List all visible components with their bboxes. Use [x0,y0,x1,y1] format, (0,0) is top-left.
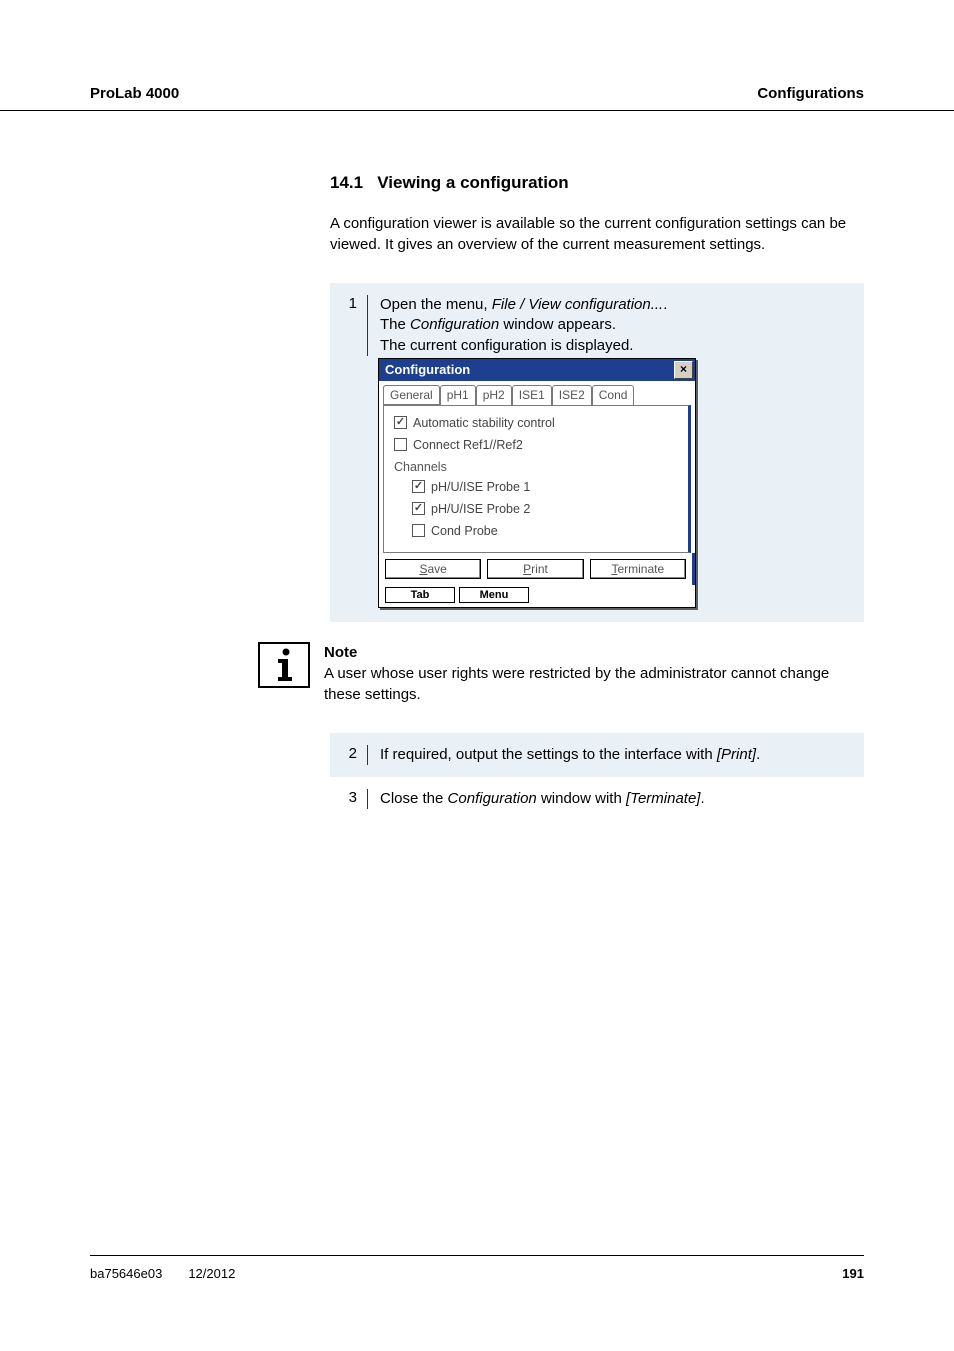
step-2-post: . [756,746,760,763]
configuration-window: Configuration × General pH1 pH2 ISE1 ISE… [378,358,696,608]
page-footer: ba75646e03 12/2012 191 [90,1255,864,1281]
checkbox-icon [412,480,425,493]
save-rest: ave [427,562,446,576]
section-number: 14.1 [330,173,363,192]
bottom-button-row: Tab Menu [379,585,695,607]
step-1-line2-italic: Configuration [410,316,499,333]
intro-paragraph: A configuration viewer is available so t… [330,213,864,255]
step-3-italic2: [Terminate] [626,790,700,807]
step-2: 2 If required, output the settings to th… [330,733,864,777]
checkbox-icon [394,438,407,451]
checkbox-cond-probe[interactable]: Cond Probe [412,524,678,538]
footer-doc-id: ba75646e03 [90,1266,162,1281]
print-button[interactable]: Print [487,559,583,579]
step-3-mid: window with [537,790,626,807]
window-button-row: Save Print Terminate [379,553,695,585]
step-2-italic: [Print] [717,746,756,763]
step-3-text: Close the Configuration window with [Ter… [368,789,852,809]
window-title: Configuration [385,362,470,377]
checkbox-probe1[interactable]: pH/U/ISE Probe 1 [412,480,678,494]
step-1: 1 Open the menu, File / View configurati… [330,283,864,358]
tab-body: Automatic stability control Connect Ref1… [383,405,691,553]
tab-ph2[interactable]: pH2 [476,385,512,405]
checkbox-connect-ref[interactable]: Connect Ref1//Ref2 [394,438,678,452]
step-3: 3 Close the Configuration window with [T… [330,777,864,821]
step-1-line1-italic: File / View configuration... [492,296,663,313]
checkbox-auto-stability[interactable]: Automatic stability control [394,416,678,430]
screenshot-container: Configuration × General pH1 pH2 ISE1 ISE… [330,358,864,622]
step-2-text: If required, output the settings to the … [368,745,852,765]
checkbox-label: Automatic stability control [413,416,555,430]
step-3-pre: Close the [380,790,448,807]
section-title: Viewing a configuration [377,173,568,192]
tab-general[interactable]: General [383,385,440,405]
tab-ph1[interactable]: pH1 [440,385,476,405]
step-2-pre: If required, output the settings to the … [380,746,717,763]
menu-button[interactable]: Menu [459,587,529,603]
window-titlebar: Configuration × [379,359,695,381]
tab-ise2[interactable]: ISE2 [552,385,592,405]
checkbox-icon [412,524,425,537]
step-1-line1-pre: Open the menu, [380,296,492,313]
tab-ise1[interactable]: ISE1 [512,385,552,405]
print-underline: P [523,562,531,576]
header-section: Configurations [757,85,864,102]
tab-cond[interactable]: Cond [592,385,635,405]
tabs-row: General pH1 pH2 ISE1 ISE2 Cond [379,381,695,405]
footer-left: ba75646e03 12/2012 [90,1266,235,1281]
terminate-rest: erminate [617,562,664,576]
channels-group-label: Channels [394,460,678,474]
step-1-line2-pre: The [380,316,410,333]
step-3-post: . [700,790,704,807]
note-text: Note A user whose user rights were restr… [324,642,864,705]
info-icon-svg [264,645,304,685]
step-3-number: 3 [330,789,368,809]
page-number: 191 [842,1266,864,1281]
page-header: ProLab 4000 Configurations [0,0,954,111]
save-button[interactable]: Save [385,559,481,579]
footer-date: 12/2012 [188,1266,235,1281]
header-product: ProLab 4000 [90,85,179,102]
terminate-button[interactable]: Terminate [590,559,686,579]
content-area: 14.1 Viewing a configuration A configura… [0,173,954,821]
checkbox-label: Cond Probe [431,524,498,538]
checkbox-label: pH/U/ISE Probe 2 [431,502,530,516]
step-2-number: 2 [330,745,368,765]
step-1-line1-post: . [663,296,667,313]
tab-button[interactable]: Tab [385,587,455,603]
step-1-line2-post: window appears. [499,316,616,333]
step-1-number: 1 [330,295,368,356]
step-3-italic1: Configuration [448,790,537,807]
step-1-line3: The current configuration is displayed. [380,337,633,354]
info-icon [258,642,310,688]
note-label: Note [324,644,357,661]
note-body: A user whose user rights were restricted… [324,665,829,703]
close-button[interactable]: × [674,361,693,379]
checkbox-label: Connect Ref1//Ref2 [413,438,523,452]
checkbox-probe2[interactable]: pH/U/ISE Probe 2 [412,502,678,516]
note-section: Note A user whose user rights were restr… [258,642,864,705]
step-1-text: Open the menu, File / View configuration… [368,295,852,356]
section-heading: 14.1 Viewing a configuration [330,173,864,193]
checkbox-label: pH/U/ISE Probe 1 [431,480,530,494]
steps-group-2: 2 If required, output the settings to th… [330,733,864,822]
checkbox-icon [412,502,425,515]
checkbox-icon [394,416,407,429]
print-rest: rint [531,562,548,576]
